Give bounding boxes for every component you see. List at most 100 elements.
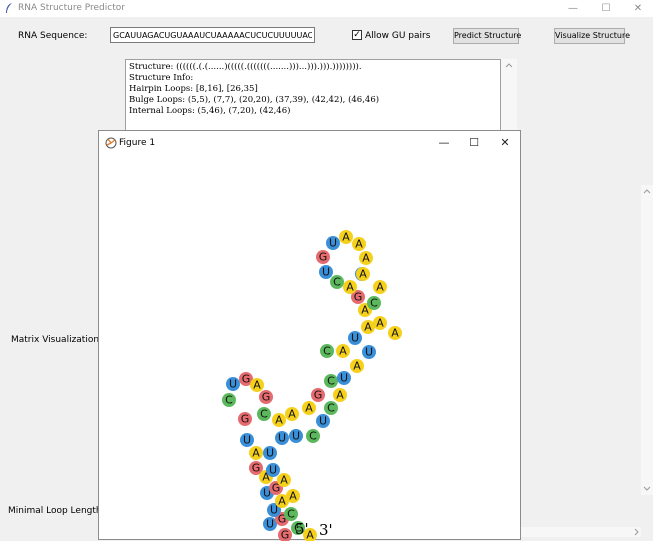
structure-output[interactable]: Structure: ((((((.(.(......)(((((.((((((… — [125, 59, 501, 139]
three-prime-label: 3' — [319, 521, 333, 539]
nucleotide-letter: G — [314, 389, 323, 402]
nucleotide-U: U — [266, 463, 280, 477]
output-scrollbar[interactable] — [501, 59, 517, 139]
nucleotide-U: U — [316, 414, 330, 428]
nucleotide-letter: U — [229, 378, 237, 391]
nucleotide-A: A — [343, 280, 357, 294]
nucleotide-letter: A — [275, 414, 283, 427]
nucleotide-letter: A — [376, 281, 384, 294]
nucleotide-letter: U — [322, 266, 330, 279]
nucleotide-letter: A — [355, 238, 363, 251]
nucleotide-G: G — [238, 412, 252, 426]
nucleotide-A: A — [339, 230, 353, 244]
nucleotide-letter: A — [253, 379, 261, 392]
rna-sequence-label: RNA Sequence: — [18, 31, 87, 41]
nucleotide-letter: A — [288, 408, 296, 421]
nucleotide-letter: U — [319, 415, 327, 428]
nucleotide-letter: A — [359, 268, 367, 281]
nucleotide-U: U — [337, 371, 351, 385]
nucleotide-G: G — [311, 388, 325, 402]
nucleotide-letter: C — [327, 375, 335, 388]
title-bar: RNA Structure Predictor — ☐ ✕ — [0, 0, 653, 17]
scroll-right-icon — [520, 527, 641, 537]
nucleotide-C: C — [284, 507, 298, 521]
nucleotide-letter: A — [353, 360, 361, 373]
nucleotide-U: U — [362, 345, 376, 359]
nucleotide-A: A — [249, 446, 263, 460]
nucleotide-U: U — [240, 433, 254, 447]
nucleotide-A: A — [336, 344, 350, 358]
figure-window: Figure 1 — ☐ ✕ GCAUGCUAAUGAGAUAUUUUCGCAA… — [98, 130, 521, 540]
nucleotide-letter: G — [242, 373, 251, 386]
nucleotide-A: A — [359, 251, 373, 265]
nucleotide-letter: C — [309, 430, 317, 443]
nucleotide-A: A — [333, 388, 347, 402]
nucleotide-letter: A — [376, 317, 384, 330]
nucleotide-A: A — [361, 320, 375, 334]
nucleotide-G: G — [259, 390, 273, 404]
minimize-button[interactable]: — — [557, 0, 589, 17]
nucleotide-C: C — [320, 344, 334, 358]
nucleotide-U: U — [348, 331, 362, 345]
nucleotide-letter: A — [346, 281, 354, 294]
nucleotide-letter: U — [292, 430, 300, 443]
nucleotide-letter: G — [241, 413, 250, 426]
nucleotide-letter: C — [323, 345, 331, 358]
nucleotide-A: A — [352, 237, 366, 251]
output-line: Internal Loops: (5,46), (7,20), (42,46) — [129, 106, 497, 117]
nucleotide-letter: U — [243, 434, 251, 447]
nucleotide-letter: U — [278, 432, 286, 445]
nucleotide-letter: U — [340, 372, 348, 385]
visualize-structure-button[interactable]: Visualize Structure — [554, 28, 625, 44]
nucleotide-letter: G — [354, 291, 363, 304]
nucleotide-G: G — [316, 250, 330, 264]
nucleotide-letter: G — [281, 529, 290, 541]
predict-structure-button[interactable]: Predict Structure — [453, 28, 519, 44]
horizontal-scrollbar[interactable] — [520, 527, 641, 537]
nucleotide-A: A — [272, 413, 286, 427]
nucleotide-letter: C — [370, 297, 378, 310]
figure-close-button[interactable]: ✕ — [490, 134, 520, 152]
nucleotide-A: A — [388, 326, 402, 340]
nucleotide-letter: A — [391, 327, 399, 340]
nucleotide-letter: G — [252, 462, 261, 475]
maximize-button[interactable]: ☐ — [590, 0, 622, 17]
rna-sequence-input[interactable] — [110, 27, 315, 43]
nucleotide-A: A — [285, 407, 299, 421]
nucleotide-U: U — [263, 446, 277, 460]
nucleotide-letter: U — [269, 464, 277, 477]
figure-title: Figure 1 — [119, 138, 155, 148]
nucleotide-C: C — [257, 407, 271, 421]
nucleotide-letter: U — [365, 346, 373, 359]
allow-gu-checkbox[interactable]: ✓ — [352, 30, 362, 40]
nucleotide-U: U — [263, 517, 277, 531]
nucleotide-letter: G — [319, 251, 328, 264]
matrix-visualization-label: Matrix Visualization: — [11, 335, 102, 345]
nucleotide-letter: A — [362, 252, 370, 265]
nucleotide-A: A — [373, 280, 387, 294]
nucleotide-G: G — [278, 528, 292, 541]
feather-icon — [4, 2, 14, 14]
nucleotide-letter: A — [339, 345, 347, 358]
scroll-up-icon — [501, 59, 517, 71]
nucleotide-letter: U — [266, 518, 274, 531]
nucleotide-letter: C — [287, 508, 295, 521]
five-prime-label: 5' — [295, 520, 309, 538]
nucleotide-U: U — [319, 265, 333, 279]
nucleotide-A: A — [373, 316, 387, 330]
figure-minimize-button[interactable]: — — [429, 134, 459, 152]
output-line: Structure: ((((((.(.(......)(((((.((((((… — [129, 62, 497, 73]
figure-maximize-button[interactable]: ☐ — [459, 134, 489, 152]
nucleotide-letter: U — [351, 332, 359, 345]
nucleotide-A: A — [277, 473, 291, 487]
nucleotide-C: C — [222, 393, 236, 407]
nucleotide-U: U — [326, 236, 340, 250]
nucleotide-letter: U — [266, 447, 274, 460]
nucleotide-letter: A — [336, 389, 344, 402]
nucleotide-U: U — [226, 377, 240, 391]
nucleotide-letter: C — [333, 276, 341, 289]
close-button[interactable]: ✕ — [622, 0, 653, 17]
nucleotide-letter: A — [364, 321, 372, 334]
nucleotide-A: A — [302, 401, 316, 415]
main-scrollbar[interactable] — [641, 185, 653, 495]
